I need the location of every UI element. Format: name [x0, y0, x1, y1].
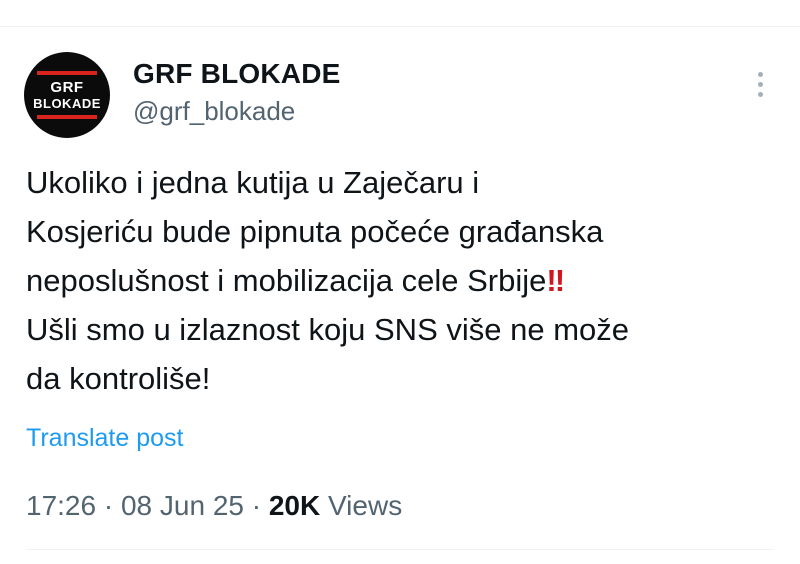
tweet-text: Ukoliko i jedna kutija u Zaječaru i Kosj…	[26, 158, 776, 403]
tweet-header: GRF BLOKADE GRF BLOKADE @grf_blokade	[24, 50, 776, 140]
author-display-name[interactable]: GRF BLOKADE	[133, 58, 341, 90]
author-handle[interactable]: @grf_blokade	[133, 96, 295, 127]
avatar-bottom-bar	[37, 115, 97, 119]
double-exclamation-icon: ‼	[546, 263, 565, 298]
avatar-logo-line-1: GRF	[50, 79, 84, 96]
meta-separator: ·	[96, 490, 121, 521]
views-count: 20K	[268, 490, 321, 521]
meta-separator: ·	[243, 490, 269, 521]
tweet-text-main: Ukoliko i jedna kutija u Zaječaru i Kosj…	[26, 165, 604, 298]
views-label: Views	[320, 490, 403, 521]
tweet-text-continued: Ušli smo u izlaznost koju SNS više ne mo…	[26, 312, 630, 396]
avatar-top-bar	[37, 71, 97, 75]
tweet-time[interactable]: 17:26	[26, 490, 96, 521]
more-vertical-icon[interactable]	[748, 72, 772, 102]
bottom-divider	[26, 549, 774, 550]
translate-post-link[interactable]: Translate post	[26, 424, 183, 453]
avatar[interactable]: GRF BLOKADE	[24, 52, 110, 138]
tweet-meta: 17:26 · 08 Jun 25 · 20K Views	[26, 490, 402, 522]
tweet-date[interactable]: 08 Jun 25	[121, 490, 244, 521]
top-divider	[0, 26, 800, 27]
avatar-logo-line-2: BLOKADE	[33, 96, 101, 111]
